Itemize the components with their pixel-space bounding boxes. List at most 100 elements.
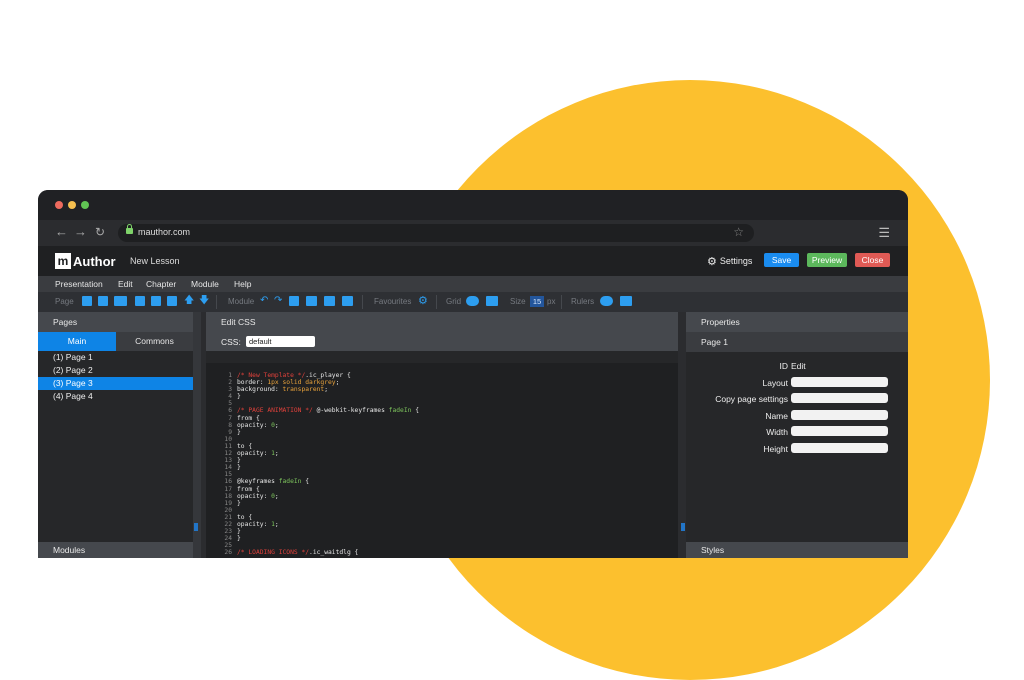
tab-main[interactable]: Main [38, 332, 116, 351]
page-list-item[interactable]: (1) Page 1 [38, 351, 193, 364]
rename-page-icon[interactable] [167, 296, 177, 306]
module-settings-icon[interactable] [342, 296, 353, 306]
add-page-after-icon[interactable] [98, 296, 108, 306]
menu-help[interactable]: Help [234, 279, 251, 289]
splitter-grip[interactable] [681, 523, 685, 531]
code-token: to { [237, 442, 253, 450]
line-number: 12 [224, 450, 232, 458]
grid-settings-icon[interactable] [486, 296, 498, 306]
lock-icon [126, 224, 133, 234]
code-token: } [237, 535, 241, 543]
width-field[interactable] [791, 426, 888, 437]
code-token: { [411, 407, 419, 415]
minimize-window-dot[interactable] [68, 201, 76, 209]
delete-page-icon[interactable] [151, 296, 161, 306]
rulers-visibility-eye-icon[interactable] [600, 296, 613, 306]
move-down-icon[interactable]: 🡇 [199, 296, 209, 306]
maximize-window-dot[interactable] [81, 201, 89, 209]
close-window-dot[interactable] [55, 201, 63, 209]
preview-button[interactable]: Preview [807, 253, 847, 267]
code-line: 16 @keyframes fadeIn { [206, 478, 678, 485]
grid-size-input[interactable]: 15 [530, 296, 544, 307]
copy-page-icon[interactable] [114, 296, 127, 306]
size-unit: px [547, 297, 556, 306]
line-number: 7 [228, 414, 232, 422]
line-number: 17 [224, 485, 232, 493]
toolbar-divider [362, 295, 363, 309]
copy-module-icon[interactable] [289, 296, 299, 306]
line-number: 23 [224, 528, 232, 536]
add-page-icon[interactable] [82, 296, 92, 306]
code-token: } [237, 457, 241, 465]
property-label: Name [765, 410, 788, 421]
modules-header: Modules [38, 542, 193, 558]
save-button[interactable]: Save [764, 253, 799, 267]
code-token: } [237, 393, 241, 401]
page-list-item[interactable]: (4) Page 4 [38, 390, 193, 403]
settings-button[interactable]: ⚙ Settings [707, 255, 752, 268]
splitter-grip[interactable] [194, 523, 198, 531]
copy-page-settings-field[interactable] [791, 393, 888, 404]
right-splitter[interactable] [678, 312, 686, 558]
window-titlebar [38, 190, 908, 220]
name-field[interactable] [791, 409, 888, 420]
forward-arrow-icon[interactable]: → [74, 225, 87, 239]
height-field[interactable] [791, 442, 888, 453]
property-label: ID [779, 361, 789, 371]
bookmark-star-icon[interactable]: ☆ [733, 225, 744, 239]
code-token: opacity: [237, 450, 272, 458]
menu-module[interactable]: Module [191, 279, 219, 289]
css-code-editor[interactable]: 1 /* New Template */.ic_player {2 border: … [206, 363, 678, 558]
move-up-icon[interactable]: 🡅 [184, 296, 194, 306]
paste-module-icon[interactable] [306, 296, 317, 306]
code-token: /* New Template */ [237, 372, 306, 379]
back-arrow-icon[interactable]: ← [55, 225, 68, 239]
group-module-icon[interactable] [324, 296, 335, 306]
line-number: 1 [228, 372, 232, 379]
left-splitter[interactable] [193, 312, 201, 558]
menu-presentation[interactable]: Presentation [55, 279, 103, 289]
undo-icon[interactable]: ↶ [260, 296, 270, 306]
line-number: 3 [228, 386, 232, 394]
code-token: ; [324, 386, 328, 394]
layout-field[interactable] [791, 376, 888, 387]
code-token: } [237, 528, 241, 536]
code-token: ; [274, 450, 279, 458]
toolbar-page-label: Page [55, 297, 74, 306]
code-line: 2 border: 1px solid darkgrey; [206, 379, 678, 386]
grid-visibility-eye-icon[interactable] [466, 296, 479, 306]
address-bar[interactable]: mauthor.com ☆ [118, 224, 754, 242]
property-label: Layout [762, 377, 788, 388]
line-number: 14 [224, 464, 232, 472]
rulers-settings-icon[interactable] [620, 296, 632, 306]
styles-header: Styles [686, 542, 908, 558]
reload-icon[interactable]: ↻ [95, 225, 105, 239]
code-token: } [237, 499, 241, 507]
line-number: 4 [228, 393, 232, 401]
page-list-item-selected[interactable]: (3) Page 3 [38, 377, 193, 390]
property-row: Copy page settings [686, 391, 908, 408]
code-token: fadeIn [278, 478, 302, 486]
css-label: CSS: [221, 337, 241, 347]
code-line: 14} [206, 464, 678, 471]
properties-header: Properties [686, 312, 908, 332]
menu-edit[interactable]: Edit [118, 279, 133, 289]
duplicate-page-icon[interactable] [135, 296, 145, 306]
property-label: Height [763, 443, 788, 454]
toolbar-favourites-label: Favourites [374, 297, 412, 306]
browser-menu-icon[interactable]: ☰ [878, 225, 890, 241]
css-theme-select[interactable]: default [246, 336, 315, 347]
code-line: 3 background: transparent; [206, 386, 678, 393]
code-line: 15 [206, 471, 678, 478]
menu-chapter[interactable]: Chapter [146, 279, 176, 289]
page-list-item[interactable]: (2) Page 2 [38, 364, 193, 377]
toolbar-size-label: Size [510, 297, 526, 306]
property-id-value[interactable]: Edit [791, 361, 806, 371]
code-token: transparent [282, 386, 325, 394]
redo-icon[interactable]: ↷ [274, 296, 284, 306]
code-token: ; [274, 520, 279, 528]
favourites-gear-icon[interactable]: ⚙ [418, 296, 428, 307]
line-number: 25 [224, 542, 232, 550]
tab-commons[interactable]: Commons [116, 332, 193, 351]
close-button[interactable]: Close [855, 253, 890, 267]
